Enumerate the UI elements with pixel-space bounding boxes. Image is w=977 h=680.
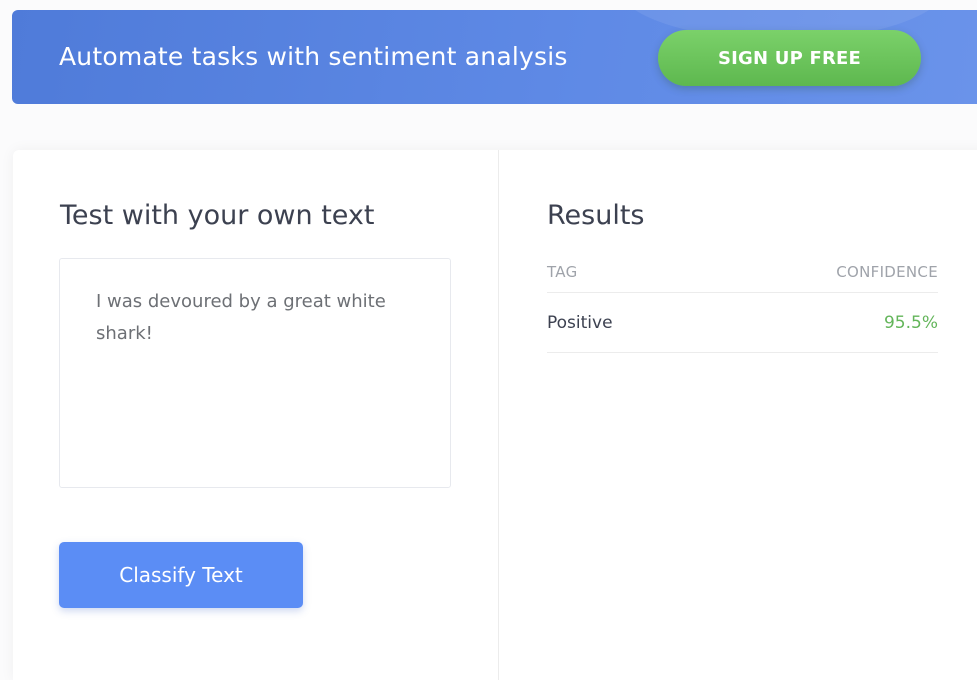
results-header: TAG CONFIDENCE — [547, 252, 938, 293]
panel-divider — [498, 150, 499, 680]
text-input[interactable]: I was devoured by a great white shark! — [59, 258, 451, 488]
promo-banner: Automate tasks with sentiment analysis S… — [12, 10, 977, 104]
table-row: Positive 95.5% — [547, 293, 938, 353]
column-header-tag: TAG — [547, 263, 578, 281]
tag-value: Positive — [547, 312, 613, 333]
signup-button[interactable]: SIGN UP FREE — [658, 30, 921, 86]
confidence-value: 95.5% — [883, 312, 938, 333]
input-panel-title: Test with your own text — [60, 200, 375, 231]
demo-card: Test with your own text I was devoured b… — [13, 150, 977, 680]
column-header-confidence: CONFIDENCE — [836, 263, 938, 281]
results-title: Results — [547, 200, 645, 231]
banner-text: Automate tasks with sentiment analysis — [59, 42, 568, 71]
classify-button[interactable]: Classify Text — [59, 542, 303, 608]
results-table: TAG CONFIDENCE Positive 95.5% — [547, 252, 938, 353]
